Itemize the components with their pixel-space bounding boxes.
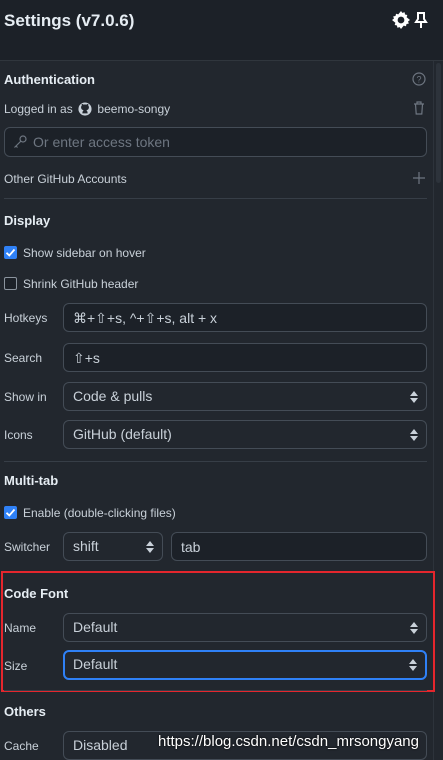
settings-header: Settings (v7.0.6): [0, 0, 443, 61]
question-circle-icon[interactable]: ?: [412, 72, 426, 86]
enable-multitab-label[interactable]: Enable (double-clicking files): [23, 506, 176, 520]
other-accounts-label: Other GitHub Accounts: [4, 172, 127, 186]
watermark-text: https://blog.csdn.net/csdn_mrsongyang: [158, 733, 419, 750]
check-icon: [5, 508, 16, 517]
logged-in-line: Logged in as beemo-songy: [4, 102, 170, 116]
shrink-header-label[interactable]: Shrink GitHub header: [23, 277, 138, 291]
page-title: Settings (v7.0.6): [4, 11, 135, 30]
plus-icon[interactable]: [413, 172, 425, 184]
select-arrows-icon: [410, 428, 418, 441]
others-title: Others: [4, 704, 46, 719]
code-font-title: Code Font: [4, 586, 69, 601]
select-arrows-icon: [146, 540, 154, 553]
gear-icon[interactable]: [392, 11, 410, 29]
shrink-header-checkbox[interactable]: [4, 277, 17, 290]
divider: [4, 461, 427, 462]
show-in-select[interactable]: Code & pulls: [63, 382, 427, 411]
switcher-modifier-value: shift: [73, 538, 99, 554]
hotkeys-label: Hotkeys: [4, 311, 48, 325]
font-name-value: Default: [73, 619, 118, 635]
select-arrows-icon: [410, 390, 418, 403]
access-token-input[interactable]: Or enter access token: [4, 127, 427, 157]
show-in-label: Show in: [4, 390, 47, 404]
font-name-select[interactable]: Default: [63, 613, 427, 642]
show-sidebar-label[interactable]: Show sidebar on hover: [23, 246, 146, 260]
switcher-label: Switcher: [4, 540, 51, 554]
key-icon: [14, 135, 27, 148]
show-in-value: Code & pulls: [73, 388, 153, 404]
trash-icon[interactable]: [413, 101, 425, 115]
cache-value: Disabled: [73, 737, 128, 753]
switcher-key-input[interactable]: tab: [171, 532, 427, 561]
pin-icon[interactable]: [413, 11, 429, 29]
divider: [4, 198, 427, 199]
search-label: Search: [4, 351, 43, 365]
select-arrows-icon: [409, 659, 417, 671]
font-size-label: Size: [4, 659, 28, 673]
divider: [4, 690, 427, 691]
svg-text:?: ?: [416, 75, 421, 85]
scrollbar-thumb[interactable]: [436, 63, 441, 183]
authentication-title: Authentication: [4, 72, 95, 87]
check-icon: [5, 248, 16, 257]
github-icon: [78, 102, 92, 116]
select-arrows-icon: [410, 621, 418, 634]
username[interactable]: beemo-songy: [97, 102, 170, 116]
icons-value: GitHub (default): [73, 426, 172, 442]
multitab-title: Multi-tab: [4, 473, 59, 488]
hotkeys-input[interactable]: ⌘+⇧+s, ^+⇧+s, alt + x: [63, 303, 427, 332]
display-title: Display: [4, 213, 51, 228]
cache-label: Cache: [4, 739, 39, 753]
search-hotkey-input[interactable]: ⇧+s: [63, 343, 427, 372]
switcher-modifier-select[interactable]: shift: [63, 532, 163, 561]
font-size-value: Default: [73, 656, 118, 672]
font-name-label: Name: [4, 621, 37, 635]
enable-multitab-checkbox[interactable]: [4, 506, 17, 519]
show-sidebar-checkbox[interactable]: [4, 246, 17, 259]
icons-select[interactable]: GitHub (default): [63, 420, 427, 449]
logged-in-prefix: Logged in as: [4, 102, 73, 116]
icons-label: Icons: [4, 428, 33, 442]
font-size-select[interactable]: Default: [63, 650, 427, 680]
